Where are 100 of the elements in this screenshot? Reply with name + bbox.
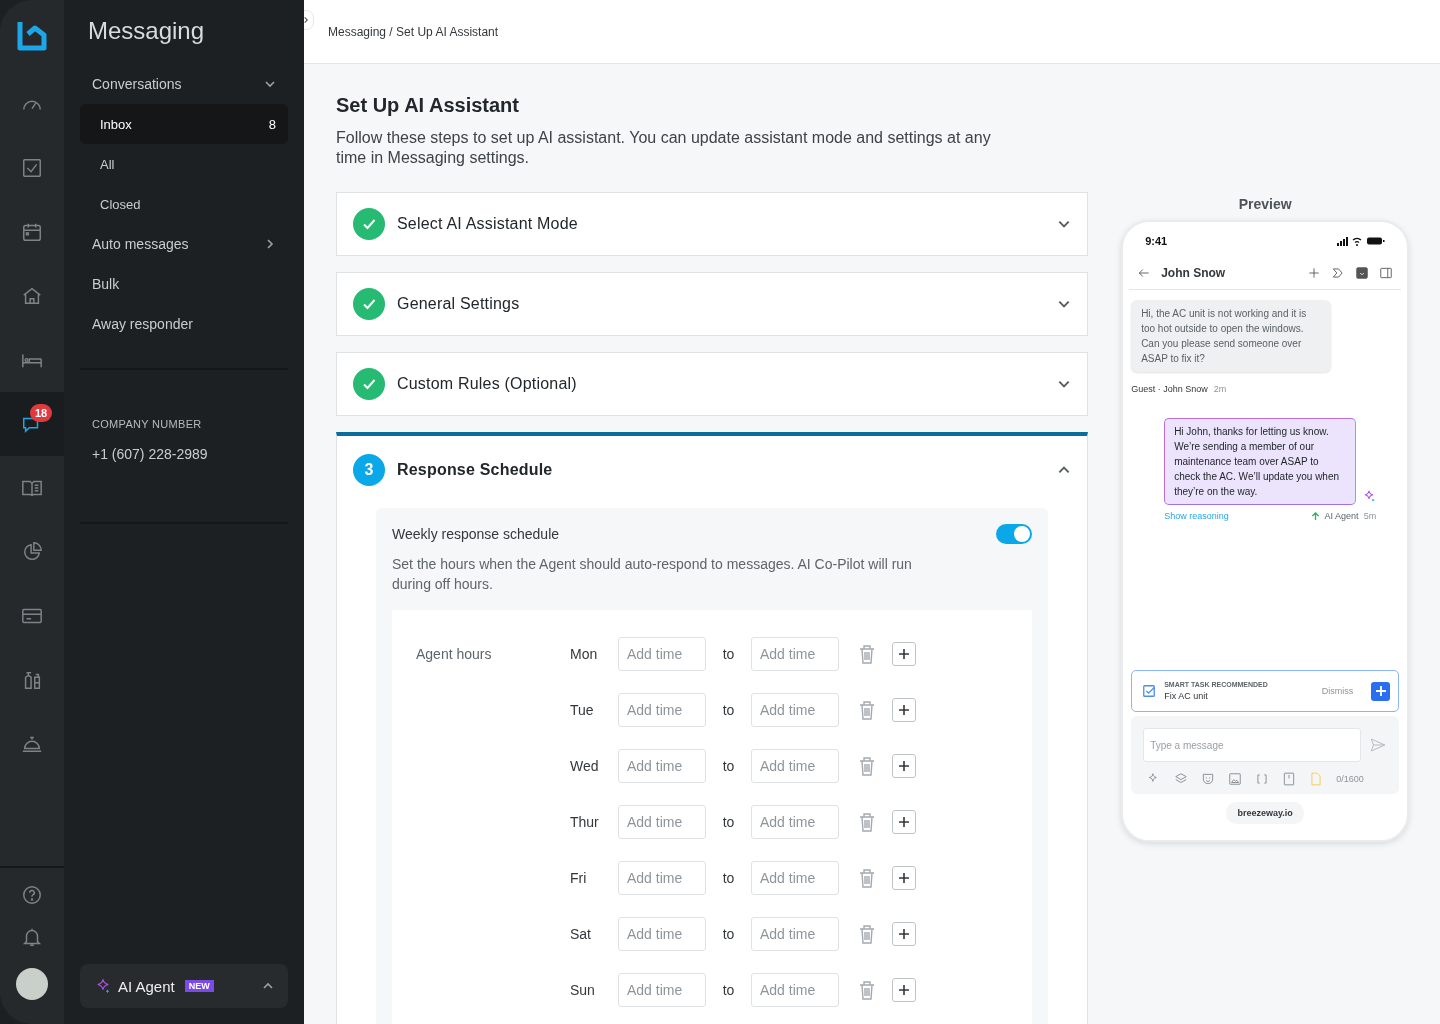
range-label: to bbox=[721, 758, 736, 774]
step-title: General Settings bbox=[397, 295, 521, 313]
add-button[interactable] bbox=[892, 978, 916, 1002]
panel-title: Weekly response schedule bbox=[392, 526, 560, 542]
plus-icon bbox=[898, 648, 910, 660]
trash-icon[interactable] bbox=[858, 644, 876, 664]
sender-name: Guest · John Snow bbox=[1131, 384, 1208, 394]
time-field[interactable]: Add time bbox=[618, 749, 706, 783]
time-field[interactable]: Add time bbox=[751, 637, 839, 671]
time-field[interactable]: Add time bbox=[751, 805, 839, 839]
add-button[interactable] bbox=[892, 810, 916, 834]
time-field[interactable]: Add time bbox=[618, 805, 706, 839]
trash-icon[interactable] bbox=[858, 812, 876, 832]
time-field[interactable]: Add time bbox=[751, 749, 839, 783]
trash-icon[interactable] bbox=[858, 980, 876, 1000]
sender-name: AI Agent bbox=[1324, 511, 1359, 521]
message-field[interactable]: Type a message bbox=[1143, 728, 1362, 762]
day-label: Tue bbox=[570, 702, 595, 718]
time-field[interactable]: Add time bbox=[751, 917, 839, 951]
add-button[interactable] bbox=[892, 642, 916, 666]
house-icon[interactable] bbox=[21, 285, 43, 307]
arrow-up-icon bbox=[1310, 511, 1320, 521]
timestamp: 5m bbox=[1363, 511, 1377, 521]
section-title: Messaging bbox=[87, 16, 206, 46]
trash-icon[interactable] bbox=[858, 756, 876, 776]
ai-agent-button[interactable]: AI Agent NEW bbox=[80, 964, 288, 1008]
time-field[interactable]: Add time bbox=[751, 973, 839, 1007]
plus-icon bbox=[898, 760, 910, 772]
plus-icon bbox=[898, 928, 910, 940]
add-button[interactable] bbox=[892, 698, 916, 722]
checkbox-icon bbox=[1142, 684, 1157, 698]
step-title: Custom Rules (Optional) bbox=[397, 375, 578, 393]
layers-icon[interactable] bbox=[1174, 772, 1189, 786]
tag-icon[interactable] bbox=[1331, 265, 1346, 280]
step-number: 3 bbox=[353, 454, 385, 486]
phone-number: +1 (607) 228-2989 bbox=[91, 445, 209, 464]
breadcrumb: Messaging / Set Up AI Assistant bbox=[328, 24, 499, 39]
nav-item[interactable]: Conversations bbox=[80, 64, 288, 104]
notebook-icon[interactable] bbox=[1282, 772, 1297, 786]
help-icon[interactable] bbox=[21, 884, 43, 906]
image-icon[interactable] bbox=[1228, 772, 1243, 786]
trash-icon[interactable] bbox=[858, 868, 876, 888]
add-button[interactable] bbox=[1371, 681, 1391, 701]
character-count: 0/1600 bbox=[1336, 774, 1364, 784]
time-field[interactable]: Add time bbox=[751, 861, 839, 895]
logo-icon bbox=[16, 19, 48, 53]
range-label: to bbox=[721, 982, 736, 998]
avatar[interactable] bbox=[16, 968, 48, 1000]
count-badge: 18 bbox=[30, 404, 53, 422]
trash-icon[interactable] bbox=[858, 924, 876, 944]
chevron-icon bbox=[304, 16, 310, 24]
nav-item[interactable]: Bulk bbox=[80, 264, 288, 304]
timestamp: 2m bbox=[1213, 384, 1227, 394]
time-field[interactable]: Add time bbox=[618, 693, 706, 727]
trash-icon[interactable] bbox=[858, 700, 876, 720]
field-label: Agent hours bbox=[416, 646, 493, 662]
range-label: to bbox=[721, 702, 736, 718]
field-label: COMPANY NUMBER bbox=[91, 417, 203, 430]
time-field[interactable]: Add time bbox=[751, 693, 839, 727]
sparkle-icon bbox=[1362, 489, 1377, 503]
nav-item[interactable]: Closed bbox=[80, 184, 288, 224]
contact-name: John Snow bbox=[1161, 265, 1227, 280]
new-badge: NEW bbox=[184, 980, 214, 992]
range-label: to bbox=[721, 926, 736, 942]
plus-icon bbox=[898, 816, 910, 828]
bell-icon[interactable] bbox=[21, 926, 43, 948]
url-pill: breezeway.io bbox=[1226, 802, 1304, 824]
description: Set the hours when the Agent should auto-respond to messages. AI Co-Pilot will run during off hours. bbox=[392, 555, 913, 594]
day-label: Sat bbox=[570, 926, 592, 942]
plus-icon bbox=[898, 872, 910, 884]
nav-item[interactable]: Away responder bbox=[80, 304, 288, 344]
checkbox-icon[interactable] bbox=[21, 157, 43, 179]
add-button[interactable] bbox=[892, 922, 916, 946]
time-field[interactable]: Add time bbox=[618, 861, 706, 895]
plus-icon bbox=[1375, 686, 1386, 696]
nav-item[interactable]: Inbox 8 bbox=[80, 104, 288, 144]
step-title: Response Schedule bbox=[397, 461, 554, 479]
range-label: to bbox=[721, 870, 736, 886]
intro-text: Follow these steps to set up AI assistant. You can update assistant mode and settings at any time in Messaging settings. bbox=[336, 128, 992, 168]
calendar-icon[interactable] bbox=[21, 221, 43, 243]
toggle-switch[interactable] bbox=[996, 524, 1033, 544]
nav-item[interactable]: All bbox=[80, 144, 288, 184]
sidebar-icon[interactable] bbox=[1379, 265, 1394, 280]
range-label: to bbox=[721, 814, 736, 830]
day-label: Wed bbox=[570, 758, 600, 774]
time-field[interactable]: Add time bbox=[618, 917, 706, 951]
add-button[interactable] bbox=[892, 754, 916, 778]
nav-item[interactable]: Auto messages bbox=[80, 224, 288, 264]
pie-chart-icon[interactable] bbox=[21, 541, 43, 563]
task-title: Fix AC unit bbox=[1164, 691, 1209, 701]
time-field[interactable]: Add time bbox=[618, 973, 706, 1007]
message-bubble: Hi John, thanks for letting us know. We’re sending a member of our maintenance team over ASAP to check the AC. We’ll update you when they’re on the way. bbox=[1164, 418, 1357, 505]
time-field[interactable]: Add time bbox=[618, 637, 706, 671]
archive-icon[interactable] bbox=[1355, 265, 1370, 280]
day-label: Mon bbox=[570, 646, 599, 662]
plus-icon bbox=[898, 984, 910, 996]
mask-icon[interactable] bbox=[1201, 772, 1216, 786]
status-time: 9:41 bbox=[1145, 235, 1168, 247]
add-button[interactable] bbox=[892, 866, 916, 890]
status-icons bbox=[1337, 236, 1386, 246]
